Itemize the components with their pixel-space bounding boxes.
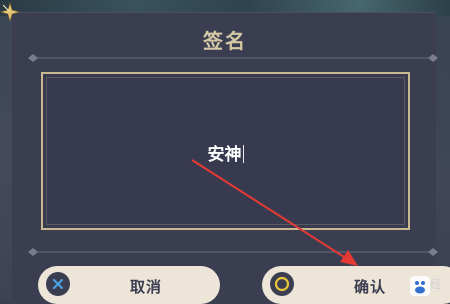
divider-top xyxy=(28,54,438,62)
dialog-title: 签名 xyxy=(203,29,247,53)
confirm-button-label: 确认 xyxy=(354,278,387,296)
text-caret xyxy=(242,145,244,163)
signature-input-box[interactable]: 安神 xyxy=(41,72,410,230)
background-right-edge xyxy=(436,16,450,300)
signature-input-value[interactable]: 安神 xyxy=(43,140,408,165)
watermark-logo-icon xyxy=(410,276,430,296)
background-left-edge xyxy=(0,16,12,300)
divider-bottom xyxy=(28,248,438,256)
cancel-button-label: 取消 xyxy=(130,278,163,296)
watermark-text: 经 xyxy=(430,278,441,291)
cancel-button[interactable]: 取消 xyxy=(38,266,220,304)
signature-text: 安神 xyxy=(207,145,242,165)
x-icon xyxy=(46,272,70,296)
circle-icon xyxy=(270,272,294,296)
corner-star-icon xyxy=(0,2,20,22)
